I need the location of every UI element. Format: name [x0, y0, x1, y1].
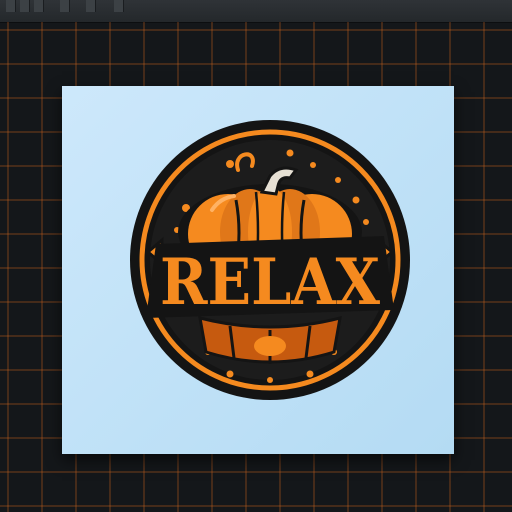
logo-text: RELAX: [160, 245, 380, 320]
editor-canvas[interactable]: RELAX: [0, 0, 512, 512]
pumpkin-emblem-logo[interactable]: RELAX: [0, 0, 512, 512]
